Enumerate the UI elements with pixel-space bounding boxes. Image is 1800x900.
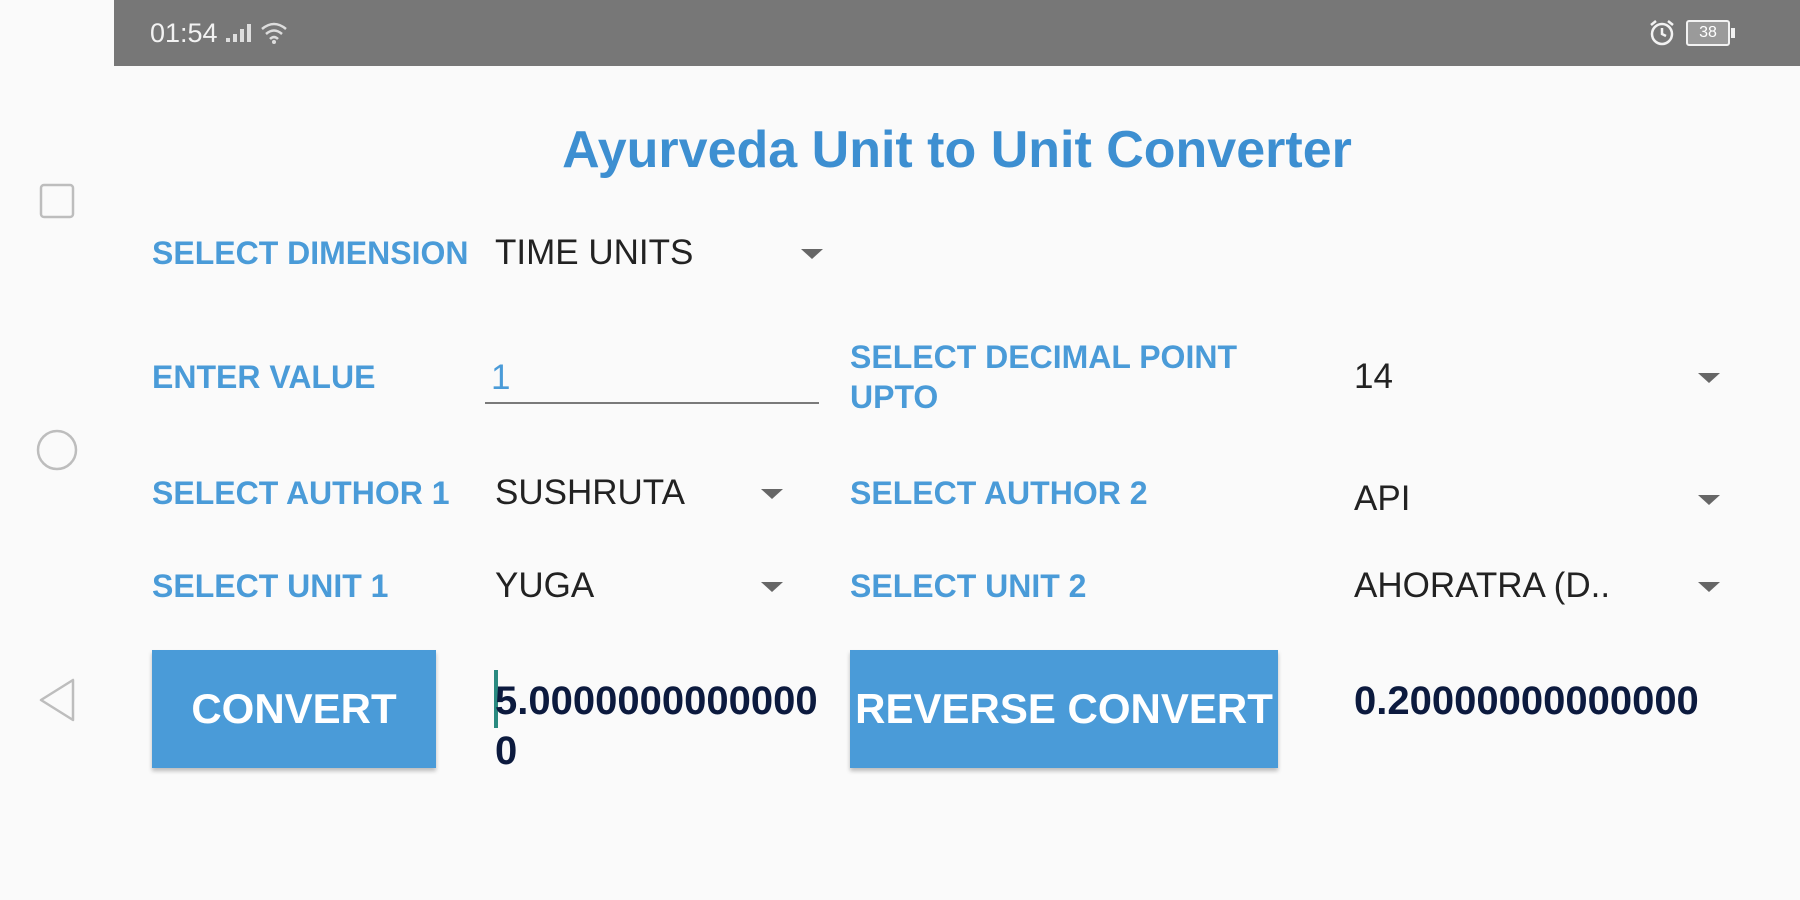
back-button[interactable] [0, 677, 114, 723]
dimension-dropdown[interactable]: TIME UNITS [495, 233, 835, 273]
unit2-label: SELECT UNIT 2 [850, 568, 1087, 604]
circle-icon [36, 429, 78, 471]
value-input[interactable]: 1 [485, 356, 819, 404]
unit1-value: YUGA [495, 566, 595, 605]
value-label: ENTER VALUE [152, 359, 376, 395]
signal-icon [225, 24, 251, 42]
dimension-label: SELECT DIMENSION [152, 235, 469, 271]
chevron-down-icon [1698, 495, 1720, 505]
unit2-value: AHORATRA (D.. [1354, 566, 1611, 605]
author2-label: SELECT AUTHOR 2 [850, 475, 1148, 511]
converter-screen: Ayurveda Unit to Unit Converter SELECT D… [114, 66, 1800, 900]
author2-dropdown[interactable]: API [1354, 479, 1738, 519]
author1-label: SELECT AUTHOR 1 [152, 475, 450, 511]
convert-result: 5.00000000000000 [495, 679, 818, 773]
home-button[interactable] [0, 428, 114, 472]
navigation-bar [0, 0, 114, 900]
author1-value: SUSHRUTA [495, 473, 685, 512]
chevron-down-icon [761, 582, 783, 592]
unit1-dropdown[interactable]: YUGA [495, 566, 795, 606]
convert-button[interactable]: CONVERT [152, 650, 436, 768]
battery-level: 38 [1699, 24, 1717, 41]
alarm-icon [1650, 20, 1674, 46]
author1-dropdown[interactable]: SUSHRUTA [495, 473, 795, 513]
status-time: 01:54 [150, 17, 218, 48]
author2-value: API [1354, 479, 1411, 518]
back-triangle-icon [39, 678, 75, 722]
decimal-label: SELECT DECIMAL POINT UPTO [850, 339, 1237, 415]
chevron-down-icon [801, 249, 823, 259]
decimal-dropdown[interactable]: 14 [1354, 357, 1738, 397]
chevron-down-icon [761, 489, 783, 499]
unit1-label: SELECT UNIT 1 [152, 568, 389, 604]
wifi-icon [260, 22, 287, 44]
chevron-down-icon [1698, 582, 1720, 592]
unit2-dropdown[interactable]: AHORATRA (D.. [1354, 566, 1738, 606]
decimal-value: 14 [1354, 357, 1393, 396]
dimension-value: TIME UNITS [495, 233, 694, 272]
chevron-down-icon [1698, 373, 1720, 383]
value-input-text: 1 [491, 358, 511, 397]
square-icon [39, 183, 75, 219]
status-bar: 01:54 38 [114, 0, 1800, 66]
recent-apps-button[interactable] [0, 183, 114, 219]
reverse-result: 0.20000000000000 [1354, 679, 1699, 723]
page-title: Ayurveda Unit to Unit Converter [562, 121, 1352, 179]
battery-icon: 38 [1686, 20, 1735, 46]
reverse-convert-button[interactable]: REVERSE CONVERT [850, 650, 1278, 768]
